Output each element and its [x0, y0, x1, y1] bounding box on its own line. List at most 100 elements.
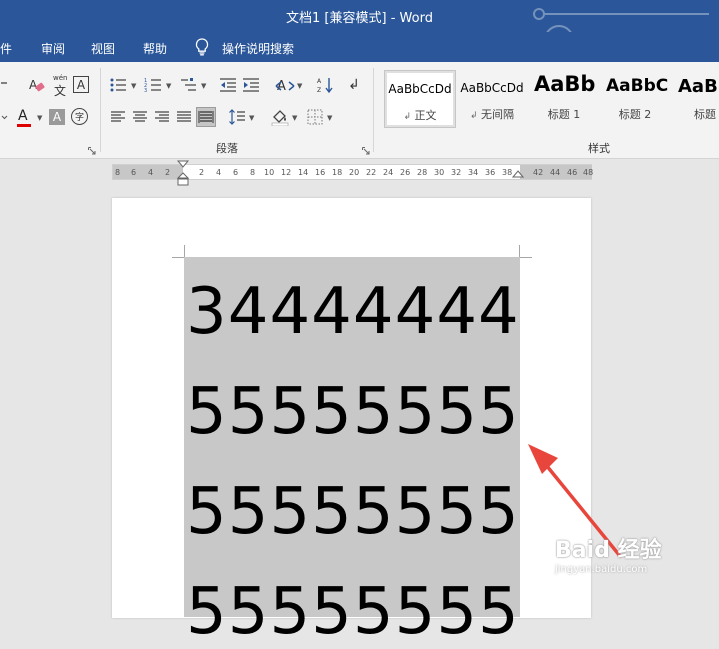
align-center-icon[interactable]: [131, 108, 149, 126]
sort-icon[interactable]: AZ: [316, 76, 334, 94]
paragraph-group-label: 段落: [216, 142, 238, 155]
show-hide-marks-icon[interactable]: ↲: [345, 76, 363, 94]
style-name: ↲ 正文: [403, 109, 437, 122]
paragraph-dialog-launcher-icon[interactable]: [362, 147, 370, 155]
ruler-tick: 14: [298, 168, 309, 177]
style-name: 标题: [694, 108, 716, 121]
style-name: 标题 2: [618, 108, 652, 121]
ruler-tick: 4: [148, 168, 154, 177]
tab-view[interactable]: 视图: [91, 40, 115, 57]
justify-icon[interactable]: [175, 108, 193, 126]
align-left-icon[interactable]: [109, 108, 127, 126]
group-separator: [100, 68, 101, 152]
ruler-tick: 18: [332, 168, 343, 177]
indent-marker-icon[interactable]: [176, 160, 190, 188]
ribbon-tabs: 件 审阅 视图 帮助 操作说明搜索: [0, 32, 719, 62]
increase-indent-icon[interactable]: [242, 76, 260, 94]
document-line[interactable]: 55555555: [186, 580, 520, 644]
style-sample: AaBbCcDd: [460, 81, 524, 95]
svg-text:A: A: [29, 78, 38, 92]
numbering-icon[interactable]: 123: [144, 76, 162, 94]
window-title: 文档1 [兼容模式] - Word: [286, 11, 433, 26]
style-sample: AaBbC: [606, 76, 669, 96]
ruler-tick: 44: [550, 168, 561, 177]
crop-mark: [184, 245, 185, 257]
ruler-tick: 22: [366, 168, 377, 177]
clear-formatting-icon[interactable]: A: [28, 76, 46, 94]
right-indent-marker-icon[interactable]: [512, 170, 524, 180]
ribbon: A wén 文 A A ▼ A 字 ▼ 123 ▼ ▼ A ▼ AZ ↲ ▼ ▼…: [0, 62, 719, 159]
style-heading-1[interactable]: AaBb 标题 1: [530, 70, 598, 128]
tab-review[interactable]: 审阅: [41, 40, 65, 57]
line-spacing-icon[interactable]: [228, 108, 246, 126]
borders-dropdown-icon[interactable]: ▼: [327, 114, 332, 122]
line-spacing-dropdown-icon[interactable]: ▼: [249, 114, 254, 122]
ruler-tick: 12: [281, 168, 292, 177]
align-right-icon[interactable]: [153, 108, 171, 126]
ruler-tick: 32: [451, 168, 462, 177]
phonetic-guide-button[interactable]: wén 文: [51, 74, 69, 98]
ruler-tick: 24: [383, 168, 394, 177]
styles-group-label: 样式: [588, 142, 610, 155]
document-line[interactable]: 55555555: [186, 380, 520, 444]
ruler-tick: 34: [468, 168, 479, 177]
document-line[interactable]: 55555555: [186, 480, 520, 544]
ruler-tick: 36: [485, 168, 496, 177]
font-dialog-launcher-icon[interactable]: [88, 147, 96, 155]
bullets-dropdown-icon[interactable]: ▼: [131, 82, 136, 90]
ruler-tick: 28: [417, 168, 428, 177]
title-bar: 文档1 [兼容模式] - Word: [0, 0, 719, 57]
font-color-button[interactable]: A: [15, 108, 35, 128]
decrease-indent-icon[interactable]: [219, 76, 237, 94]
style-no-spacing[interactable]: AaBbCcDd ↲ 无间隔: [458, 70, 526, 128]
svg-text:A: A: [277, 79, 286, 94]
ruler-tick: 38: [502, 168, 513, 177]
enclose-characters-button[interactable]: 字: [71, 108, 88, 125]
font-color-char: A: [18, 108, 28, 124]
svg-text:A: A: [317, 78, 322, 85]
multilevel-dropdown-icon[interactable]: ▼: [201, 82, 206, 90]
crop-mark: [519, 245, 520, 257]
phonetic-label: wén: [53, 74, 68, 82]
borders-icon[interactable]: [306, 108, 324, 126]
font-color-dropdown-icon[interactable]: ▼: [37, 114, 42, 122]
ruler-tick: 42: [533, 168, 544, 177]
style-sample: AaBb: [678, 76, 719, 97]
ruler-tick: 10: [264, 168, 275, 177]
character-border-button[interactable]: A: [73, 76, 89, 93]
style-sample: AaBbCcDd: [388, 82, 452, 96]
style-name: ↲ 无间隔: [469, 108, 515, 121]
paragraph-shading-icon[interactable]: [271, 108, 289, 126]
ruler-tick: 2: [165, 168, 171, 177]
ruler-tick: 48: [583, 168, 594, 177]
svg-text:Z: Z: [317, 87, 321, 94]
watermark-url: jingyan.baidu.com: [555, 564, 648, 575]
style-normal[interactable]: AaBbCcDd ↲ 正文: [384, 70, 456, 128]
ruler-tick: 46: [567, 168, 578, 177]
ruler-tick: 30: [434, 168, 445, 177]
watermark: Baid 经验 jingyan.baidu.com: [555, 532, 715, 594]
style-sample: AaBb: [534, 72, 596, 96]
ruler-tick: 26: [400, 168, 411, 177]
font-partial-button[interactable]: [0, 74, 10, 92]
tab-help[interactable]: 帮助: [143, 40, 167, 57]
chinese-layout-dropdown-icon[interactable]: ▼: [297, 82, 302, 90]
ruler-tick: 6: [131, 168, 137, 177]
multilevel-list-icon[interactable]: [179, 76, 197, 94]
font-row2-partial-button[interactable]: [0, 108, 10, 126]
ruler-tick: 20: [349, 168, 360, 177]
svg-text:3: 3: [144, 88, 147, 94]
style-heading-2[interactable]: AaBbC 标题 2: [602, 70, 668, 128]
shading-dropdown-icon[interactable]: ▼: [292, 114, 297, 122]
tab-file[interactable]: 件: [0, 40, 12, 57]
ruler-tick: 4: [216, 168, 222, 177]
tell-me-search[interactable]: 操作说明搜索: [222, 40, 294, 57]
chinese-layout-icon[interactable]: A: [275, 76, 295, 94]
character-shading-button[interactable]: A: [49, 109, 65, 125]
document-line[interactable]: 34444444: [186, 280, 520, 344]
lightbulb-icon[interactable]: [194, 38, 210, 56]
bullets-icon[interactable]: [109, 76, 127, 94]
distributed-align-icon[interactable]: [196, 107, 216, 127]
numbering-dropdown-icon[interactable]: ▼: [166, 82, 171, 90]
style-title[interactable]: AaBb 标题: [674, 70, 719, 128]
